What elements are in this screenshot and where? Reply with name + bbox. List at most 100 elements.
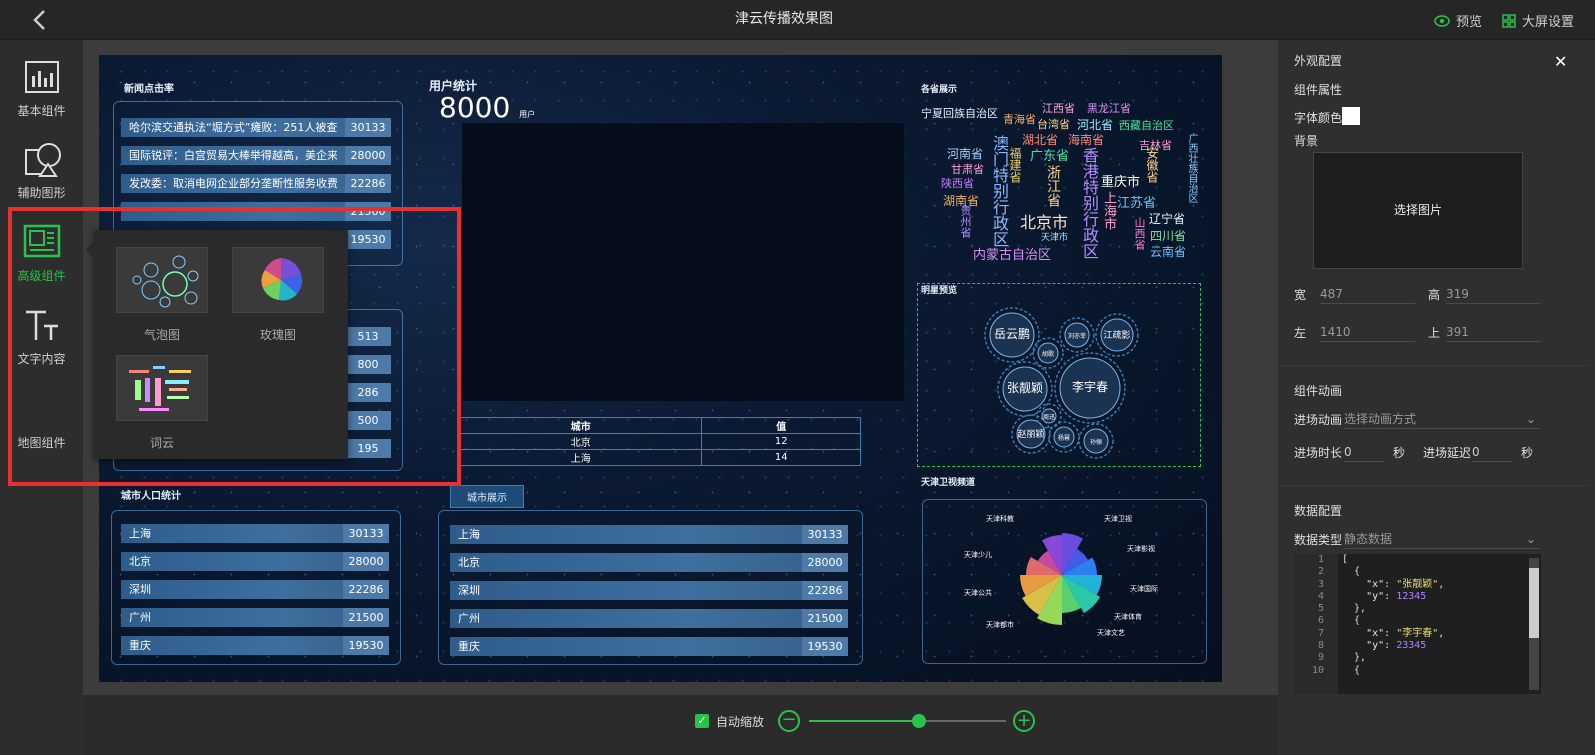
- bubble[interactable]: 刘亦菲: [1059, 317, 1095, 353]
- city-pop-row[interactable]: 广州 21500: [121, 608, 389, 627]
- news-row[interactable]: 国际锐评：白宫贸易大棒举得越高，美企来... 28000: [121, 146, 391, 165]
- word-cloud-word[interactable]: 青海省: [1003, 111, 1036, 127]
- word-cloud-word[interactable]: 宁夏回族自治区: [921, 105, 998, 121]
- city-show-row[interactable]: 深圳 22286: [450, 581, 848, 600]
- font-color-swatch[interactable]: [1342, 107, 1360, 125]
- code-body: [ { "x": "张靓颖", "y": 12345 }, { "x": "李宇…: [1342, 554, 1445, 676]
- word-cloud-word[interactable]: 台湾省: [1037, 116, 1070, 132]
- preview-button[interactable]: 预览: [1434, 11, 1482, 30]
- table-row: 上海 14: [458, 449, 861, 466]
- choose-image-button[interactable]: 选择图片: [1313, 152, 1523, 269]
- zoom-in-icon[interactable]: +: [1013, 710, 1035, 732]
- enter-duration-label: 进场时长: [1294, 446, 1343, 460]
- bubble[interactable]: 孙俪: [1078, 423, 1114, 459]
- word-cloud-word[interactable]: 四川省: [1150, 227, 1186, 244]
- bubble[interactable]: 岳云鹏: [984, 307, 1040, 363]
- zoom-slider[interactable]: [809, 714, 1006, 728]
- close-icon[interactable]: ✕: [1554, 52, 1567, 71]
- word-cloud-word[interactable]: 海南省: [1068, 131, 1104, 148]
- appearance-title: 外观配置: [1294, 54, 1343, 68]
- city-show-row[interactable]: 上海 30133: [450, 525, 848, 544]
- word-cloud-word[interactable]: 上海市: [1099, 191, 1118, 230]
- word-cloud-word[interactable]: 山西省: [1131, 217, 1147, 250]
- rose-label: 天津文艺: [1097, 628, 1125, 637]
- word-cloud-word[interactable]: 天津市: [1041, 230, 1068, 243]
- word-cloud-word[interactable]: 广东省: [1030, 145, 1069, 164]
- font-color-label: 字体颜色: [1294, 111, 1343, 125]
- tool-basic-components[interactable]: 基本组件: [0, 58, 83, 140]
- left-label: 左: [1294, 326, 1307, 340]
- animation-title: 组件动画: [1294, 384, 1343, 398]
- zoom-out-icon[interactable]: −: [778, 710, 800, 732]
- screen-settings-button[interactable]: 大屏设置: [1502, 11, 1574, 30]
- word-cloud-word[interactable]: 陕西省: [941, 175, 974, 191]
- tool-label: 基本组件: [17, 104, 66, 118]
- word-cloud-word[interactable]: 浙江省: [1043, 165, 1063, 207]
- word-cloud-word[interactable]: 江苏省: [1117, 192, 1156, 211]
- user-count: 8000 用户: [439, 91, 536, 124]
- video-panel[interactable]: [462, 123, 904, 401]
- word-cloud-word[interactable]: 福建省: [1007, 147, 1024, 183]
- bubble[interactable]: 李宇春: [1054, 352, 1126, 424]
- word-cloud-word[interactable]: 安徽省: [1144, 147, 1161, 183]
- bubble[interactable]: 杨幂: [1048, 421, 1080, 453]
- city-show-row[interactable]: 北京 28000: [450, 553, 848, 572]
- bubble[interactable]: 张靓颖: [997, 361, 1053, 417]
- word-cloud-word[interactable]: 河南省: [947, 145, 983, 162]
- word-cloud-word[interactable]: 黑龙江省: [1087, 100, 1131, 116]
- city-show-row[interactable]: 广州 21500: [450, 609, 848, 628]
- word-cloud-word[interactable]: 重庆市: [1101, 171, 1140, 190]
- star-bubble-chart[interactable]: 岳云鹏 刘亦菲 江疏影胡歌张靓颖 李宇春孙俪 赵丽颖 杨幂 周迅: [917, 283, 1201, 467]
- top-bar: 津云传播效果图 预览 大屏设置: [0, 0, 1595, 40]
- top-label: 上: [1428, 326, 1441, 340]
- word-cloud-word[interactable]: 江西省: [1042, 100, 1075, 116]
- left-input[interactable]: 1410: [1320, 322, 1415, 342]
- json-code-editor[interactable]: 1 2 3 4 5 6 7 8 9 10 [ { "x": "张靓颖", "y": 12345 }…: [1294, 554, 1541, 694]
- word-cloud-word[interactable]: 西藏自治区: [1119, 117, 1174, 133]
- data-config-title: 数据配置: [1294, 504, 1343, 518]
- word-cloud-word[interactable]: 内蒙古自治区: [973, 244, 1051, 263]
- rose-label: 天津影视: [1127, 544, 1155, 553]
- width-input[interactable]: 487: [1320, 284, 1415, 304]
- top-input[interactable]: 391: [1446, 322, 1541, 342]
- shapes-icon: [25, 143, 61, 177]
- height-input[interactable]: 319: [1446, 284, 1541, 304]
- divider: [1278, 485, 1588, 486]
- news-row[interactable]: 哈尔滨交通执法“堀方式”瘫败：251人被查... 30133: [121, 118, 391, 137]
- rose-label: 天津卫视: [1104, 514, 1132, 523]
- enter-animation-label: 进场动画: [1294, 413, 1343, 427]
- city-pop-row[interactable]: 北京 28000: [121, 552, 389, 571]
- city-show-row[interactable]: 重庆 19530: [450, 637, 848, 656]
- word-cloud-word[interactable]: 香港特别行政区: [1077, 147, 1101, 259]
- bubble-label: 张靓颖: [1007, 381, 1043, 395]
- word-cloud-word[interactable]: 辽宁省: [1149, 210, 1185, 227]
- widget-title-city-show: 城市展示: [450, 485, 524, 508]
- bubble-label: 李宇春: [1072, 379, 1108, 394]
- bubble-label: 杨幂: [1058, 434, 1070, 442]
- grid-icon: [1502, 13, 1516, 28]
- scrollbar[interactable]: [1529, 558, 1539, 690]
- seconds-label: 秒: [1393, 446, 1406, 460]
- data-type-select[interactable]: 静态数据 ⌄: [1344, 529, 1540, 549]
- delay-input[interactable]: 0: [1472, 442, 1512, 462]
- eye-icon: [1434, 14, 1450, 27]
- tool-label: 辅助图形: [17, 186, 66, 200]
- enter-animation-select[interactable]: 选择动画方式 ⌄: [1344, 409, 1540, 429]
- word-cloud-word[interactable]: 贵州省: [957, 205, 973, 238]
- auto-scale-checkbox[interactable]: ✓: [695, 714, 709, 728]
- news-row[interactable]: 发改委：取消电网企业部分垄断性服务收费... 22286: [121, 174, 391, 193]
- zoom-slider-handle[interactable]: [912, 714, 927, 728]
- tv-rose-chart[interactable]: 天津卫视天津影视天津国际天津体育天津文艺 天津都市 天津公共 天津少儿 天津科教: [922, 499, 1207, 664]
- bar-chart-icon: [25, 61, 59, 93]
- screen-settings-label: 大屏设置: [1522, 15, 1575, 30]
- table-row: 北京 12: [458, 433, 861, 450]
- bubble[interactable]: 江疏影: [1095, 313, 1139, 357]
- city-table: 城市值 北京 12 上海 14: [458, 417, 861, 466]
- word-cloud-word[interactable]: 云南省: [1150, 243, 1186, 260]
- duration-input[interactable]: 0: [1344, 442, 1384, 462]
- city-pop-row[interactable]: 重庆 19530: [121, 636, 389, 655]
- city-pop-row[interactable]: 深圳 22286: [121, 580, 389, 599]
- widget-title-news: 新闻点击率: [124, 84, 174, 95]
- city-pop-row[interactable]: 上海 30133: [121, 524, 389, 543]
- word-cloud-word[interactable]: 广西壮族自治区: [1184, 133, 1199, 203]
